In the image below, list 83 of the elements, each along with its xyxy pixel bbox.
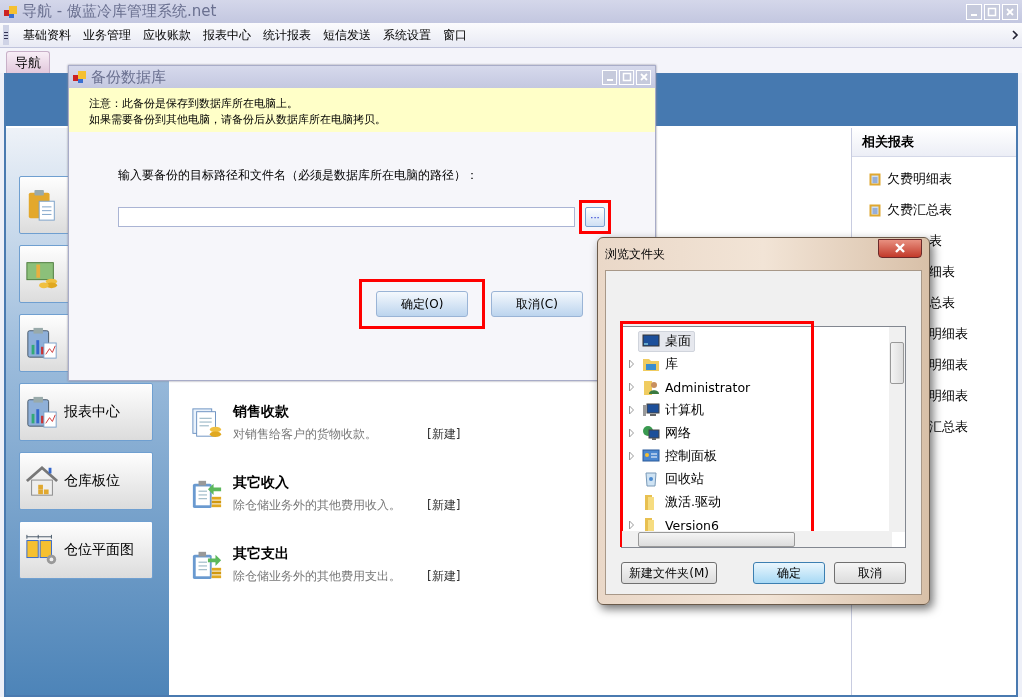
menu-item[interactable]: 应收账款 <box>137 24 197 46</box>
menu-item[interactable]: 窗口 <box>437 24 473 46</box>
report-link[interactable]: 欠费明细表 <box>869 169 1016 188</box>
expand-arrow-icon[interactable] <box>627 382 636 392</box>
notice-text: 注意：此备份是保存到数据库所在电脑上。 <box>89 96 299 111</box>
task-description: 对销售给客户的货物收款。 <box>233 426 378 443</box>
grip-icon <box>3 25 9 45</box>
cancel-button[interactable]: 取消 <box>834 562 906 584</box>
app-icon <box>4 4 18 19</box>
expand-arrow-icon[interactable] <box>627 451 636 461</box>
expand-arrow-icon[interactable] <box>627 405 636 415</box>
close-icon <box>1005 6 1015 17</box>
tree-item[interactable]: 桌面 <box>638 330 695 352</box>
task-description: 除仓储业务外的其他费用支出。 <box>233 568 402 585</box>
document-coins-icon <box>191 407 223 439</box>
ok-button[interactable]: 确定(O) <box>376 291 468 317</box>
dialog-title: 浏览文件夹 <box>605 245 665 263</box>
cancel-button[interactable]: 取消(C) <box>491 291 583 317</box>
app-icon <box>73 70 87 84</box>
minimize-icon <box>971 13 977 16</box>
sidebar-button[interactable]: 仓库板位 <box>19 452 153 510</box>
clipboard-arrow-icon <box>191 478 223 510</box>
desktop-icon <box>642 333 660 349</box>
maximize-button[interactable] <box>984 3 1000 20</box>
chart-icon <box>25 326 59 360</box>
path-input-field[interactable] <box>118 207 575 227</box>
expand-arrow-icon[interactable] <box>627 428 636 438</box>
menu-item[interactable]: 统计报表 <box>257 24 317 46</box>
path-label: 输入要备份的目标路径和文件名（必须是数据库所在电脑的路径）： <box>118 168 479 183</box>
horizontal-scrollbar[interactable] <box>622 531 892 547</box>
report-link[interactable]: 欠费汇总表 <box>869 200 1016 219</box>
new-link[interactable]: [新建] <box>427 568 461 585</box>
vertical-scrollbar[interactable] <box>889 327 905 532</box>
task-title: 销售收款 <box>233 403 290 421</box>
menu-item[interactable]: 业务管理 <box>77 24 137 46</box>
tree-item[interactable]: 库 <box>638 353 682 375</box>
maximize-button[interactable] <box>619 69 634 85</box>
tree-item[interactable]: 控制面板 <box>638 445 721 467</box>
menu-item[interactable]: 基础资料 <box>17 24 77 46</box>
menu-item[interactable]: 报表中心 <box>197 24 257 46</box>
ok-button[interactable]: 确定 <box>753 562 825 584</box>
close-icon <box>894 243 906 253</box>
menu-item[interactable]: 系统设置 <box>377 24 437 46</box>
browse-button[interactable]: ··· <box>585 207 605 227</box>
menu-item[interactable]: 短信发送 <box>317 24 377 46</box>
close-icon <box>638 72 649 82</box>
user-folder-icon <box>642 379 660 395</box>
tree-item[interactable]: 回收站 <box>638 468 708 490</box>
task-title: 其它支出 <box>233 545 290 563</box>
network-icon <box>642 425 660 441</box>
expand-arrow-icon[interactable] <box>627 359 636 369</box>
minimize-icon <box>606 79 613 81</box>
sidebar-button[interactable]: 报表中心 <box>19 383 153 441</box>
task-title: 其它收入 <box>233 474 290 492</box>
window-title: 导航 - 傲蓝冷库管理系统.net <box>22 2 218 21</box>
control-panel-icon <box>642 448 660 464</box>
folder-icon <box>642 356 660 372</box>
floor-plan-icon <box>25 533 59 567</box>
report-icon <box>869 171 881 186</box>
report-icon <box>869 202 881 217</box>
new-folder-button[interactable]: 新建文件夹(M) <box>621 562 718 584</box>
sidebar-button[interactable]: 仓位平面图 <box>19 521 153 579</box>
tree-item[interactable]: 网络 <box>638 422 695 444</box>
tab[interactable]: 导航 <box>6 51 50 73</box>
tree-item[interactable]: 计算机 <box>638 399 708 421</box>
minimize-button[interactable] <box>602 69 617 85</box>
house-icon <box>25 464 59 498</box>
new-link[interactable]: [新建] <box>427 426 461 443</box>
task-description: 除仓储业务外的其他费用收入。 <box>233 497 402 514</box>
clipboard-arrow-icon <box>191 549 223 581</box>
tree-item[interactable]: 激活.驱动 <box>638 491 725 513</box>
notice-text: 如果需要备份到其他电脑，请备份后从数据库所在电脑拷贝。 <box>89 112 387 127</box>
expand-arrow-icon[interactable] <box>627 520 636 530</box>
maximize-icon <box>621 72 632 82</box>
minimize-button[interactable] <box>966 3 982 20</box>
new-link[interactable]: [新建] <box>427 497 461 514</box>
computer-icon <box>642 402 660 418</box>
tree-item[interactable]: Administrator <box>638 377 755 397</box>
chart-icon <box>25 395 59 429</box>
maximize-icon <box>987 6 997 17</box>
close-button[interactable] <box>878 238 922 258</box>
recycle-bin-icon <box>642 471 660 487</box>
dialog-title: 备份数据库 <box>91 67 166 87</box>
